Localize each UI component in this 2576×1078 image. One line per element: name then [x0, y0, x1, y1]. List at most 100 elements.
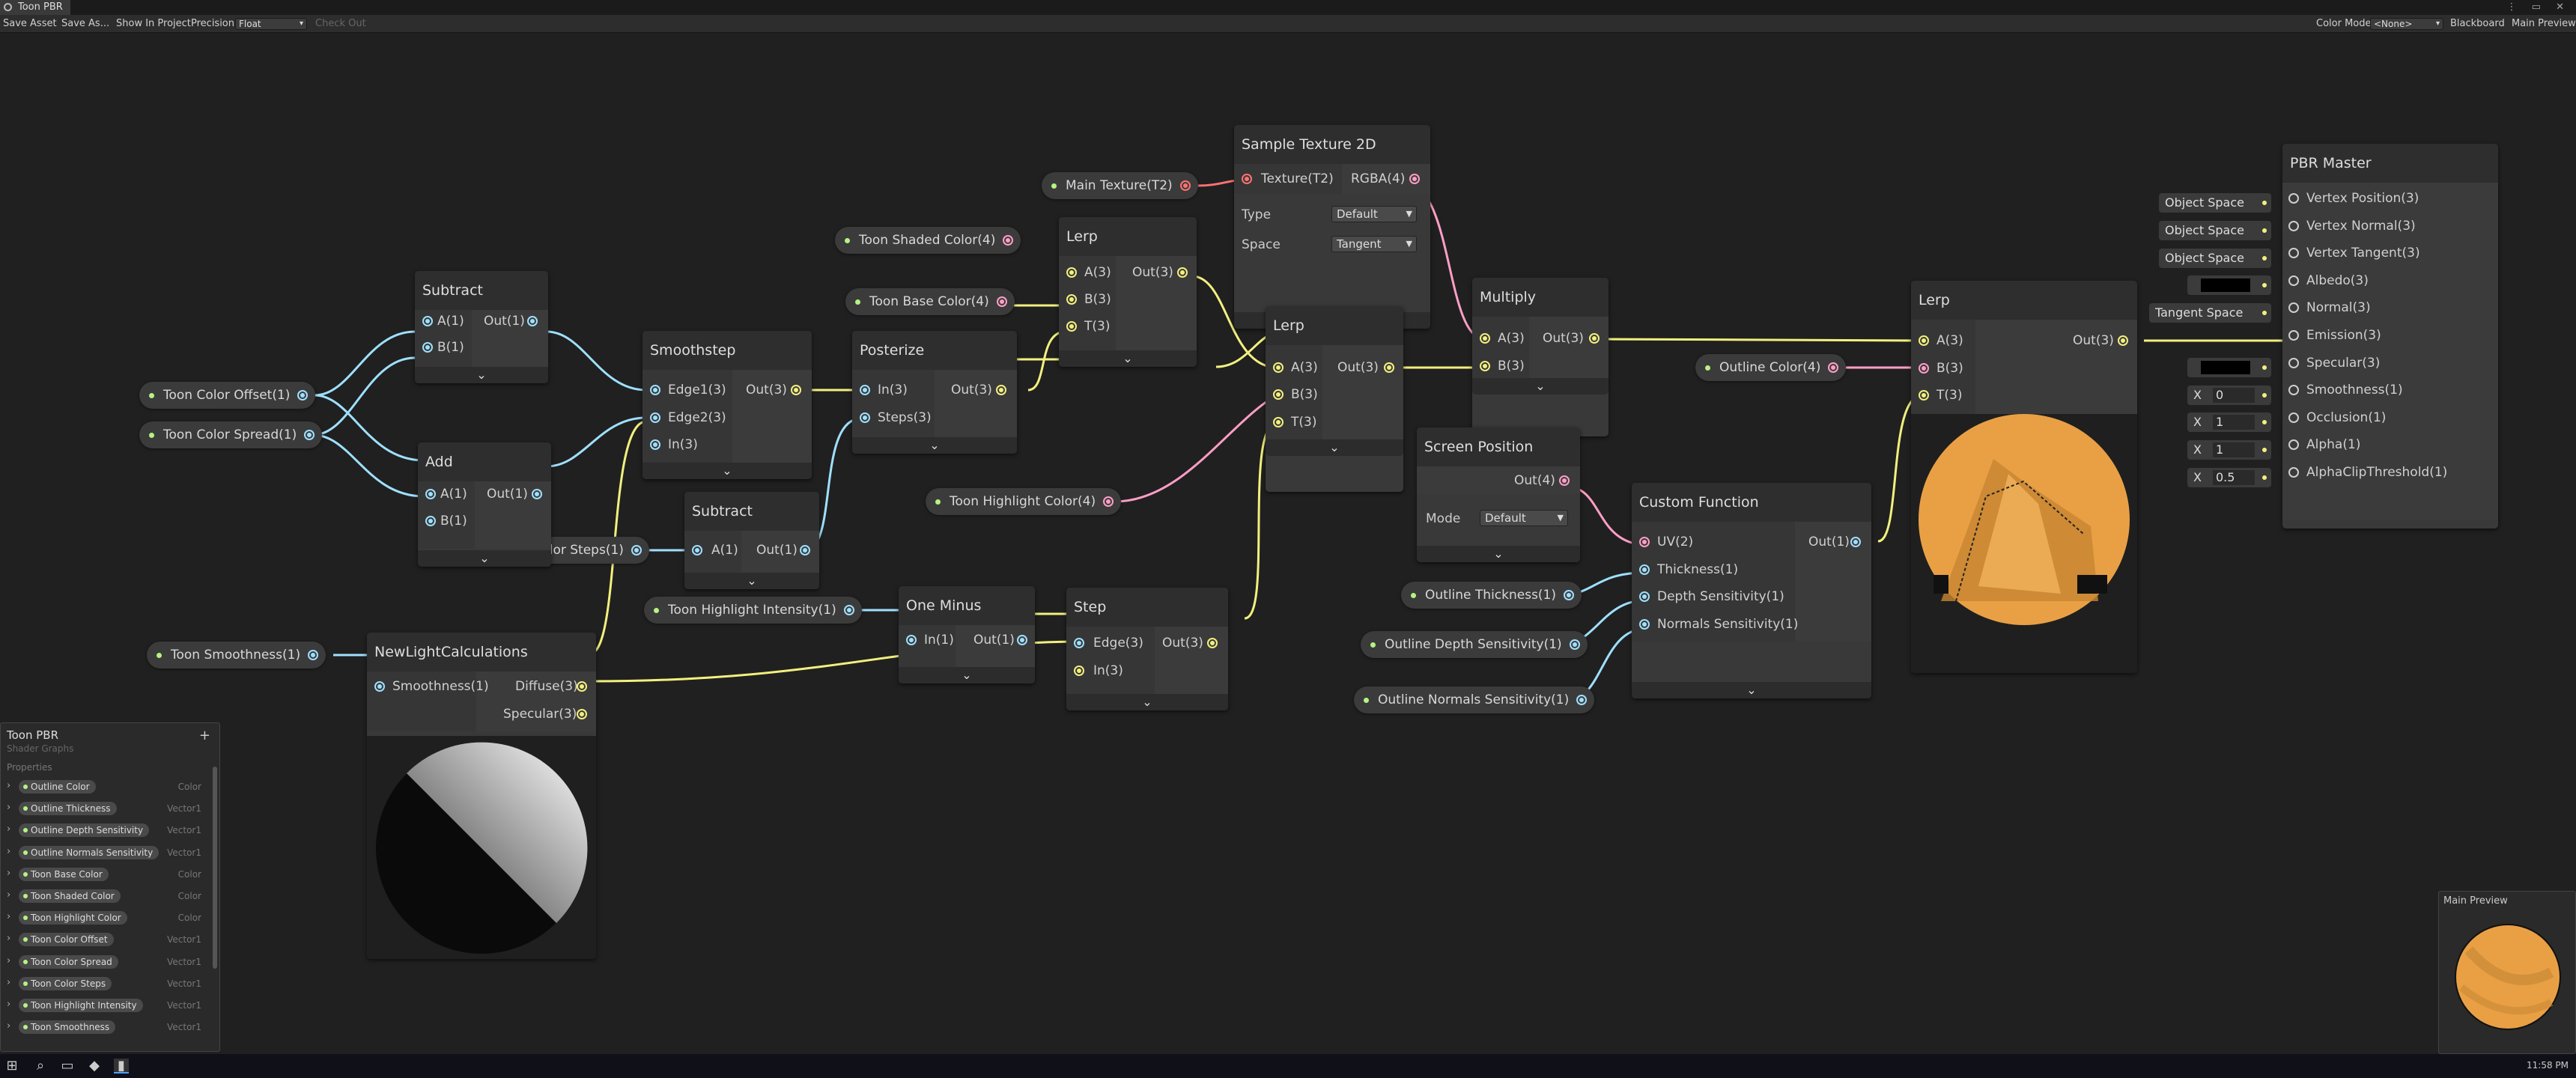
task-view-icon[interactable]: ▭ — [60, 1059, 75, 1074]
toon-base-color-property[interactable]: Toon Base Color(4) — [845, 288, 1015, 315]
property-name[interactable]: Outline Thickness — [19, 802, 117, 816]
input-port[interactable] — [422, 342, 433, 353]
expand-arrow-icon[interactable]: › — [7, 823, 10, 835]
occlusion-value-field[interactable]: X1 — [2187, 412, 2271, 432]
input-port[interactable] — [1074, 638, 1084, 648]
expand-arrow-icon[interactable]: › — [7, 977, 10, 988]
blackboard-property-row[interactable]: › Toon Shaded Color Color — [5, 888, 206, 904]
input-port[interactable] — [650, 412, 660, 423]
expand-node-button[interactable]: ⌄ — [415, 367, 548, 383]
blackboard-property-row[interactable]: › Outline Thickness Vector1 — [5, 800, 206, 817]
output-port[interactable] — [1850, 537, 1861, 547]
output-port[interactable] — [1559, 475, 1570, 486]
property-name[interactable]: Toon Color Steps — [19, 976, 112, 990]
output-port[interactable] — [304, 430, 315, 440]
node-title[interactable]: Lerp — [1266, 306, 1403, 345]
node-title[interactable]: NewLightCalculations — [367, 633, 596, 672]
subtract-node-2[interactable]: Subtract A(1) Out(1) ⌄ — [684, 492, 819, 589]
input-port[interactable] — [1066, 267, 1077, 278]
vertex-position-space[interactable]: Object Space — [2159, 193, 2271, 213]
smoothness-value-field[interactable]: X0 — [2187, 386, 2271, 405]
property-name[interactable]: Outline Color — [19, 780, 96, 794]
output-port[interactable] — [2118, 335, 2128, 346]
expand-node-button[interactable]: ⌄ — [852, 437, 1017, 454]
expand-arrow-icon[interactable]: › — [7, 868, 10, 879]
input-port[interactable] — [1480, 361, 1490, 371]
input-port[interactable] — [1639, 619, 1650, 630]
save-as-button[interactable]: Save As... — [61, 15, 109, 33]
unity-app-icon[interactable]: ◆ — [87, 1059, 102, 1074]
output-port[interactable] — [800, 545, 810, 555]
input-port[interactable] — [2288, 330, 2299, 341]
start-menu-icon[interactable]: ⊞ — [4, 1059, 19, 1074]
expand-arrow-icon[interactable]: › — [7, 802, 10, 813]
lerp-node-2[interactable]: Lerp A(3) B(3) T(3) Out(3) ⌄ — [1266, 306, 1403, 492]
node-title[interactable]: Sample Texture 2D — [1234, 125, 1430, 164]
expand-node-button[interactable]: ⌄ — [1632, 682, 1871, 698]
expand-node-button[interactable]: ⌄ — [418, 550, 551, 567]
main-preview-sphere[interactable] — [2439, 905, 2576, 1055]
property-name[interactable]: Toon Base Color — [19, 867, 109, 881]
input-port[interactable] — [1273, 417, 1284, 427]
node-title[interactable]: One Minus — [899, 586, 1035, 625]
output-port[interactable] — [631, 545, 642, 555]
output-port[interactable] — [1409, 174, 1420, 184]
space-dropdown[interactable]: Tangent ▼ — [1331, 236, 1417, 252]
normal-space[interactable]: Tangent Space — [2149, 303, 2271, 323]
expand-arrow-icon[interactable]: › — [7, 933, 10, 944]
input-port[interactable] — [650, 385, 660, 395]
step-node[interactable]: Step Edge(3) In(3) Out(3) ⌄ — [1066, 588, 1228, 710]
node-title[interactable]: Subtract — [415, 271, 548, 310]
graph-canvas[interactable]: Toon Color Offset(1) Toon Color Spread(1… — [0, 34, 2576, 1047]
blackboard-property-row[interactable]: › Toon Color Steps Vector1 — [5, 975, 206, 992]
smoothness-input[interactable]: 0 — [2213, 388, 2255, 403]
active-app-icon[interactable]: ▮ — [114, 1059, 129, 1074]
output-port[interactable] — [791, 385, 801, 395]
smoothstep-node[interactable]: Smoothstep Edge1(3) Edge2(3) In(3) Out(3… — [643, 331, 812, 479]
output-port[interactable] — [297, 390, 309, 401]
vertex-normal-space[interactable]: Object Space — [2159, 221, 2271, 240]
input-port[interactable] — [906, 635, 917, 645]
albedo-color-swatch[interactable] — [2187, 275, 2271, 295]
input-port[interactable] — [2288, 385, 2299, 396]
node-title[interactable]: Custom Function — [1632, 483, 1871, 522]
node-title[interactable]: Add — [418, 442, 551, 481]
window-controls[interactable]: ⋮ ▭ ✕ — [2507, 0, 2570, 15]
blackboard-scrollbar[interactable] — [213, 767, 217, 969]
blackboard-property-row[interactable]: › Outline Depth Sensitivity Vector1 — [5, 822, 206, 838]
expand-arrow-icon[interactable]: › — [7, 1020, 10, 1032]
alpha-clip-input[interactable]: 0.5 — [2213, 470, 2255, 485]
lerp-node-3[interactable]: Lerp A(3) B(3) T(3) Out(3) — [1911, 281, 2137, 673]
check-out-button[interactable]: Check Out — [315, 15, 366, 33]
node-title[interactable]: Smoothstep — [643, 331, 812, 370]
input-port[interactable] — [2288, 275, 2299, 286]
screen-position-node[interactable]: Screen Position Out(4) Mode Default ▼ ⌄ — [1417, 427, 1580, 562]
expand-node-button[interactable]: ⌄ — [1417, 546, 1580, 562]
node-title[interactable]: Subtract — [684, 492, 819, 531]
input-port[interactable] — [2288, 248, 2299, 259]
toon-color-offset-property[interactable]: Toon Color Offset(1) — [139, 382, 316, 409]
expand-arrow-icon[interactable]: › — [7, 955, 10, 966]
input-port[interactable] — [1480, 333, 1490, 344]
blackboard-property-row[interactable]: › Toon Color Spread Vector1 — [5, 954, 206, 970]
input-port[interactable] — [1273, 362, 1284, 373]
output-port[interactable] — [1003, 235, 1014, 246]
property-name[interactable]: Outline Normals Sensitivity — [19, 845, 160, 859]
input-port[interactable] — [374, 681, 385, 692]
property-name[interactable]: Toon Color Offset — [19, 933, 114, 947]
input-port[interactable] — [2288, 357, 2299, 368]
node-title[interactable]: Step — [1066, 588, 1228, 627]
output-port[interactable] — [1569, 639, 1580, 650]
input-port[interactable] — [1919, 335, 1929, 346]
node-title[interactable]: Lerp — [1911, 281, 2137, 320]
input-port[interactable] — [1066, 294, 1077, 305]
expand-node-button[interactable]: ⌄ — [1266, 439, 1403, 456]
expand-node-button[interactable]: ⌄ — [1066, 694, 1228, 710]
occlusion-input[interactable]: 1 — [2213, 415, 2255, 430]
toon-highlight-intensity-property[interactable]: Toon Highlight Intensity(1) — [644, 597, 862, 624]
property-name[interactable]: Toon Highlight Color — [19, 911, 127, 925]
sample-texture-2d-node[interactable]: Sample Texture 2D Texture(T2) RGBA(4) Ty… — [1234, 125, 1430, 329]
node-title[interactable]: Posterize — [852, 331, 1017, 370]
outline-color-property[interactable]: Outline Color(4) — [1695, 354, 1847, 381]
property-name[interactable]: Toon Shaded Color — [19, 889, 121, 903]
